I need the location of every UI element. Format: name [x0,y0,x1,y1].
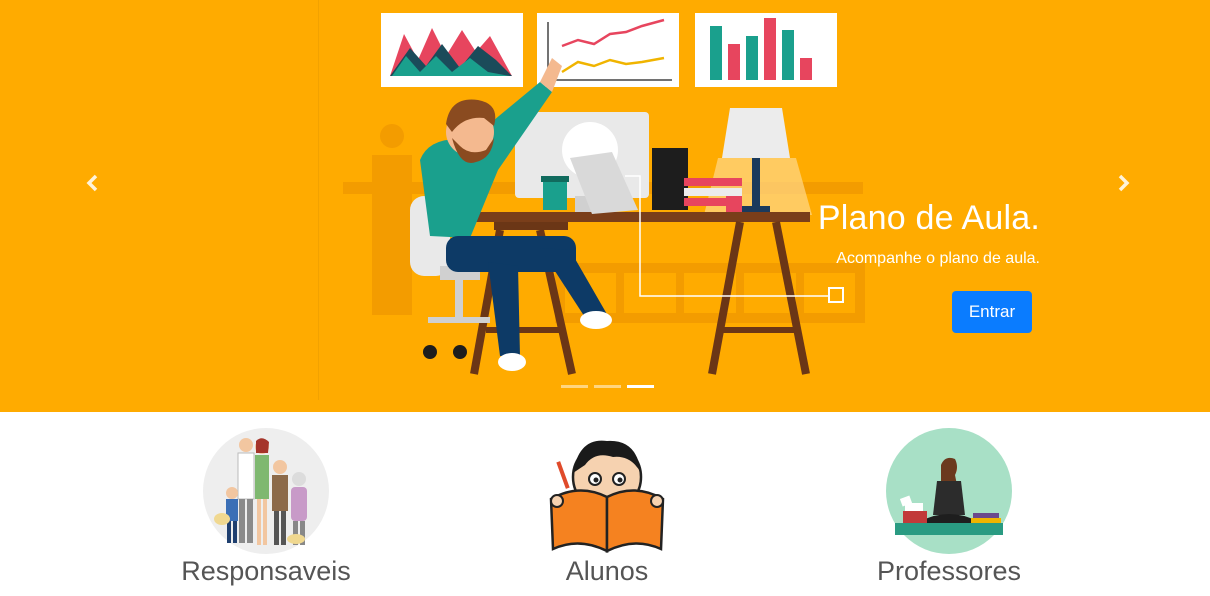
slide-title: Plano de Aula. [817,199,1040,237]
enter-button[interactable]: Entrar [952,291,1032,333]
carousel-indicator-3[interactable] [627,385,654,388]
role-selection: Responsaveis Alunos Professores [0,412,1210,596]
slide-caption: Plano de Aula. Acompanhe o plano de aula… [790,195,1040,270]
family-group-image[interactable] [202,427,330,555]
chevron-left-icon [86,174,98,192]
student-reading-book-image[interactable] [543,427,671,555]
hero-carousel: Plano de Aula. Acompanhe o plano de aula… [0,0,1210,412]
panel-divider [318,0,319,400]
teacher-meditating-image[interactable] [885,427,1013,555]
carousel-indicator-1[interactable] [561,385,588,388]
carousel-indicator-2[interactable] [594,385,621,388]
chevron-right-icon [1118,174,1130,192]
slide-description: Acompanhe o plano de aula. [836,250,1040,267]
role-responsaveis[interactable]: Responsaveis [151,427,381,587]
role-label-professores[interactable]: Professores [834,555,1064,587]
carousel-prev-button[interactable] [78,166,108,200]
role-label-responsaveis[interactable]: Responsaveis [151,555,381,587]
carousel-next-button[interactable] [1108,166,1138,200]
role-alunos[interactable]: Alunos [492,427,722,587]
carousel-indicators [561,385,654,388]
role-label-alunos[interactable]: Alunos [492,555,722,587]
role-professores[interactable]: Professores [834,427,1064,587]
